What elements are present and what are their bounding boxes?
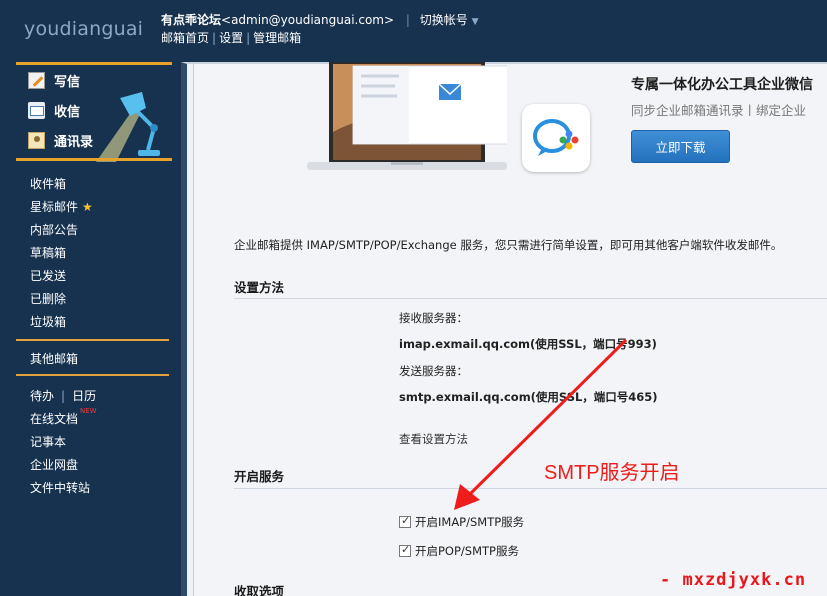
sidebar-item-label: 写信 — [54, 74, 81, 90]
sidebar-item-announcements[interactable]: 内部公告 — [30, 221, 78, 238]
outgoing-server-label: 发送服务器： — [399, 364, 468, 378]
wecom-app-icon — [522, 104, 590, 172]
setup-method-heading: 设置方法 — [234, 280, 285, 295]
sidebar-item-netdisk[interactable]: 企业网盘 — [30, 456, 78, 473]
account-email: <admin@youdianguai.com> — [221, 13, 395, 27]
compose-icon — [28, 71, 45, 89]
sidebar-item-label: 星标邮件 — [30, 200, 79, 214]
envelope-icon — [28, 101, 45, 119]
divider — [16, 339, 169, 341]
star-icon: ★ — [82, 200, 93, 214]
sidebar-item-file-transfer[interactable]: 文件中转站 — [30, 479, 90, 496]
main-panel: 专属一体化办公工具企业微信 同步企业邮箱通讯录丨绑定企业 立即下载 企业邮箱提供… — [181, 62, 827, 596]
sidebar-item-other-mail[interactable]: 其他邮箱 — [30, 350, 78, 367]
divider — [234, 488, 827, 489]
settings-content: 专属一体化办公工具企业微信 同步企业邮箱通讯录丨绑定企业 立即下载 企业邮箱提供… — [193, 62, 827, 596]
nav-separator: | — [212, 31, 217, 45]
view-setup-method-link[interactable]: 查看设置方法 — [399, 431, 468, 447]
sidebar-item-spam[interactable]: 垃圾箱 — [30, 313, 66, 330]
sidebar-item-label: 收信 — [54, 104, 81, 120]
service-intro: 企业邮箱提供 IMAP/SMTP/POP/Exchange 服务，您只需进行简单… — [234, 238, 783, 252]
pop-smtp-option[interactable]: 开启POP/SMTP服务 — [399, 543, 519, 559]
promo-subtitle: 同步企业邮箱通讯录丨绑定企业 — [631, 103, 807, 118]
divider — [234, 298, 827, 299]
outgoing-server-value: smtp.exmail.qq.com(使用SSL，端口号465) — [399, 390, 658, 404]
separator: | — [61, 389, 66, 403]
download-button[interactable]: 立即下载 — [631, 130, 730, 163]
divider — [16, 62, 172, 65]
incoming-server-value: imap.exmail.qq.com(使用SSL，端口号993) — [399, 337, 657, 351]
nav-manage-mail[interactable]: 管理邮箱 — [253, 31, 301, 45]
receive-options-heading: 收取选项 — [234, 584, 285, 596]
sidebar-item-label: 在线文档 — [30, 412, 79, 426]
sidebar-item-calendar[interactable]: 日历 — [72, 389, 96, 403]
pop-smtp-label: 开启POP/SMTP服务 — [415, 544, 519, 558]
sidebar-item-contacts[interactable]: 通讯录 — [28, 130, 93, 150]
nav-mail-home[interactable]: 邮箱首页 — [161, 31, 209, 45]
imap-smtp-label: 开启IMAP/SMTP服务 — [415, 515, 525, 529]
promo-title: 专属一体化办公工具企业微信 — [631, 77, 813, 93]
imap-smtp-option[interactable]: 开启IMAP/SMTP服务 — [399, 514, 524, 530]
brand-logo[interactable]: youdianguai — [24, 18, 143, 40]
switch-account-link[interactable]: 切换帐号 — [420, 13, 468, 27]
sidebar-item-compose[interactable]: 写信 — [28, 70, 80, 90]
divider — [16, 158, 172, 161]
sidebar-item-inbox[interactable]: 收件箱 — [30, 175, 66, 192]
desk-lamp-icon — [96, 92, 160, 162]
divider — [16, 374, 169, 376]
top-header: youdianguai 有点乖论坛<admin@youdianguai.com>… — [0, 0, 827, 62]
imap-smtp-checkbox[interactable] — [399, 514, 411, 528]
pop-smtp-checkbox[interactable] — [399, 543, 411, 557]
top-nav: 邮箱首页 | 设置 | 管理邮箱 — [161, 29, 301, 46]
sidebar-item-deleted[interactable]: 已删除 — [30, 290, 66, 307]
laptop-illustration — [307, 62, 507, 170]
sidebar-item-online-docs[interactable]: 在线文档NEW — [30, 407, 97, 427]
account-line: 有点乖论坛<admin@youdianguai.com> | 切换帐号 ▼ — [161, 11, 479, 28]
sidebar-item-notebook[interactable]: 记事本 — [30, 433, 66, 450]
sidebar-item-label: 通讯录 — [54, 134, 94, 150]
nav-settings[interactable]: 设置 — [219, 31, 243, 45]
nav-separator: | — [246, 31, 251, 45]
sidebar-tools-row: 待办 | 日历 — [30, 387, 96, 404]
site-watermark: - mxzdjyxk.cn — [660, 570, 807, 590]
sidebar-item-drafts[interactable]: 草稿箱 — [30, 244, 66, 261]
new-badge: NEW — [80, 407, 97, 415]
enable-service-heading: 开启服务 — [234, 469, 285, 484]
chevron-down-icon[interactable]: ▼ — [472, 17, 479, 27]
separator: | — [405, 13, 410, 27]
sidebar-item-todo[interactable]: 待办 — [30, 389, 54, 403]
contacts-icon — [28, 131, 45, 149]
sidebar-item-sent[interactable]: 已发送 — [30, 267, 66, 284]
sidebar-item-starred[interactable]: 星标邮件 ★ — [30, 198, 93, 215]
sidebar: 写信 收信 通讯录 收件箱 星标邮件 ★ 内部公告 草稿箱 已发送 已删除 垃圾箱… — [0, 62, 180, 596]
smtp-annotation-text: SMTP服务开启 — [544, 462, 680, 484]
sidebar-item-inbox-check[interactable]: 收信 — [28, 100, 80, 120]
incoming-server-label: 接收服务器： — [399, 311, 468, 325]
forum-name: 有点乖论坛 — [161, 13, 222, 27]
